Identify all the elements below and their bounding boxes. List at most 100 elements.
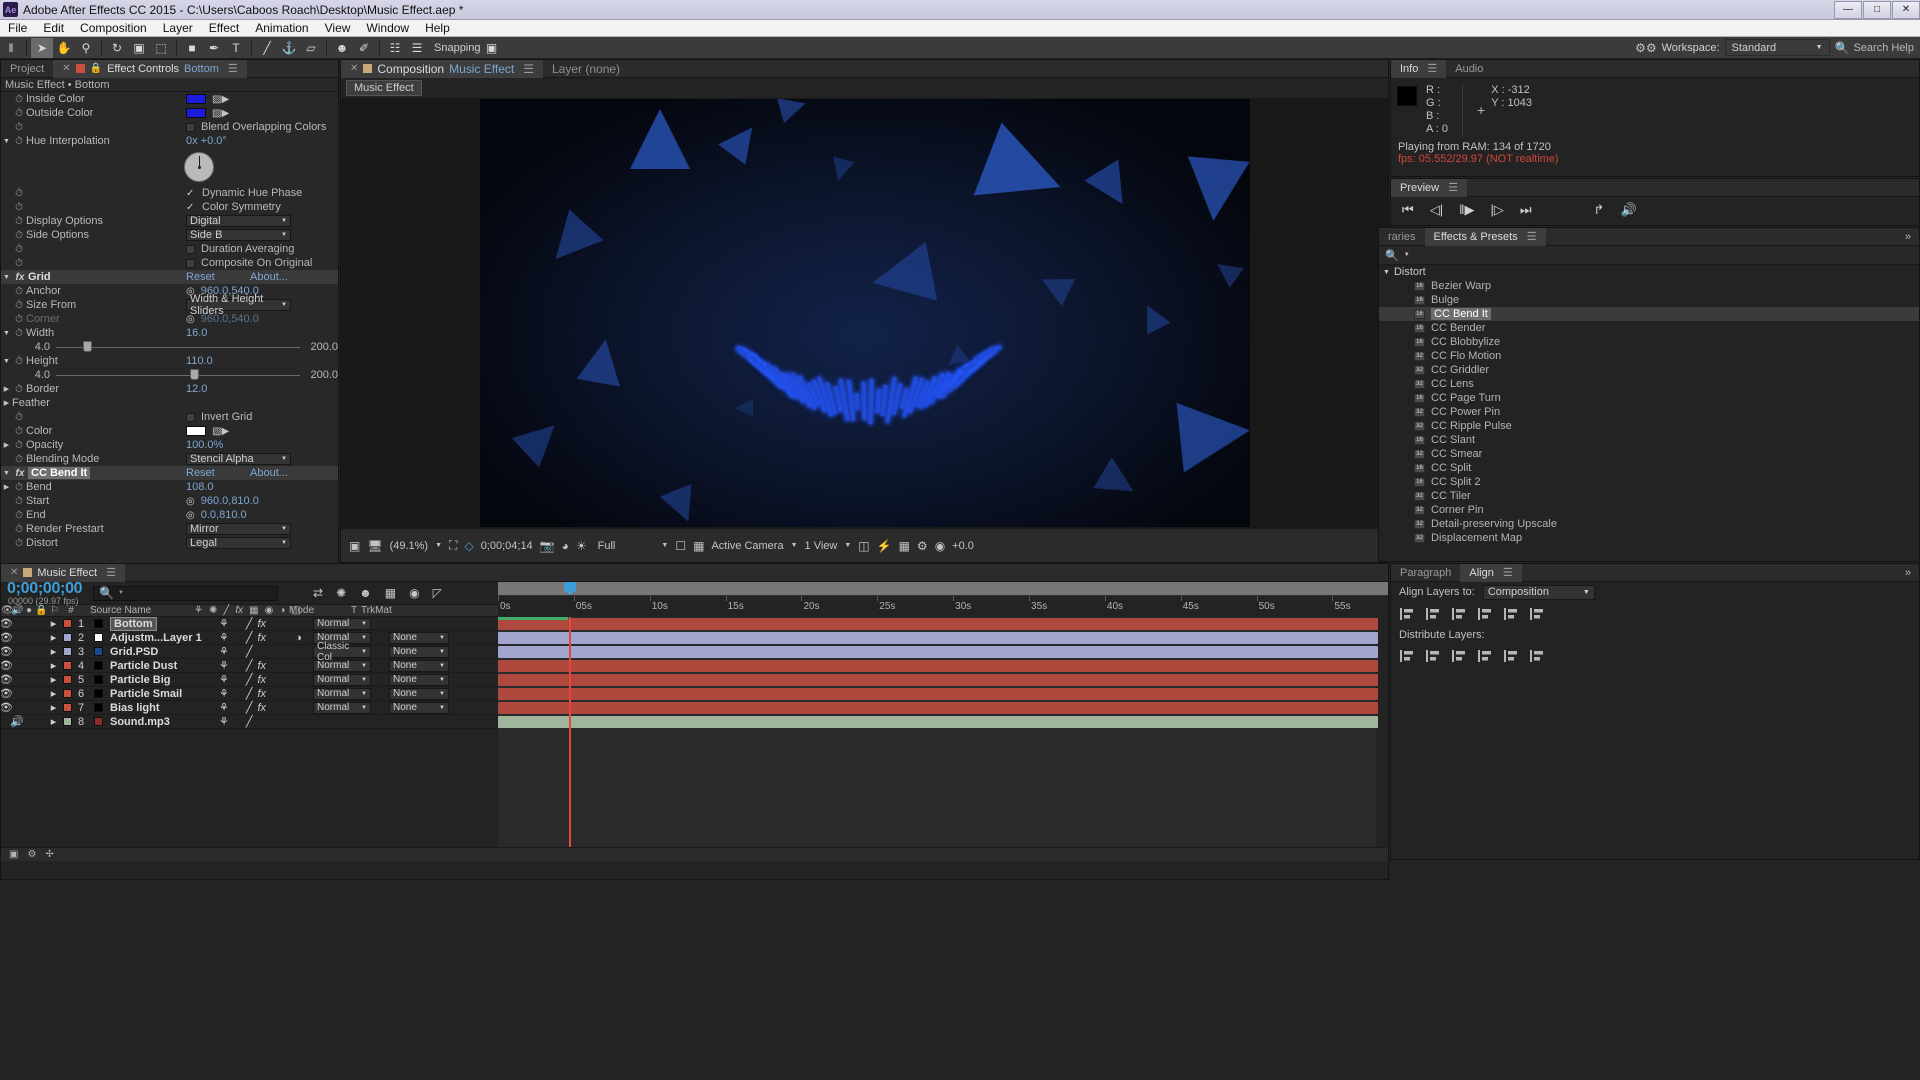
preserve-transparency-toggle[interactable]: [375, 701, 389, 715]
lock-toggle[interactable]: [35, 645, 47, 659]
tab-align[interactable]: Align ☰: [1460, 564, 1521, 582]
tab-composition[interactable]: ✕ Composition Music Effect ☰: [341, 60, 543, 78]
effect-controls-list[interactable]: ▶⏱Inside Color▨▶▶⏱Outside Color▨▶▶⏱Blend…: [1, 92, 338, 564]
effect-list-item[interactable]: 16CC Bender: [1379, 321, 1919, 335]
panel-menu-icon[interactable]: ☰: [1527, 230, 1537, 243]
label-color-swatch[interactable]: [63, 619, 72, 628]
property-value[interactable]: 960.0,810.0: [201, 495, 259, 507]
menu-composition[interactable]: Composition: [72, 20, 155, 37]
stopwatch-icon[interactable]: ⏱: [12, 510, 26, 521]
property-row-anchor[interactable]: ▶⏱Anchor◎960.0,540.0: [1, 284, 338, 298]
checkbox-checked-icon[interactable]: ✓: [186, 188, 196, 199]
mute-audio-button[interactable]: 🔊: [1620, 202, 1636, 218]
layer-duration-bar[interactable]: [498, 646, 1378, 658]
solo-toggle[interactable]: [23, 631, 35, 645]
distribute-left-icon[interactable]: [1477, 649, 1493, 663]
tab-libraries[interactable]: raries: [1379, 228, 1425, 246]
anchor-point-icon[interactable]: ◎: [186, 314, 195, 325]
pen-tool-icon[interactable]: ✒: [203, 38, 225, 58]
align-target-select[interactable]: Composition ▼: [1483, 585, 1595, 600]
property-row-inside-color[interactable]: ▶⏱Inside Color▨▶: [1, 92, 338, 106]
chevron-down-icon[interactable]: ▼: [791, 542, 798, 549]
stopwatch-icon[interactable]: ⏱: [12, 482, 26, 493]
layer-source-name[interactable]: Grid.PSD: [110, 646, 158, 658]
pan-behind-tool-icon[interactable]: ⬚: [150, 38, 172, 58]
region-of-interest-icon[interactable]: ⛶: [449, 538, 457, 553]
layer-source-name[interactable]: Adjustm...Layer 1: [110, 632, 202, 644]
video-toggle[interactable]: 👁: [1, 701, 11, 715]
property-row-height[interactable]: ▼⏱Height110.0: [1, 354, 338, 368]
slider-track[interactable]: [56, 368, 300, 382]
reset-link[interactable]: Reset: [186, 271, 244, 283]
checkbox[interactable]: [186, 259, 195, 268]
effects-switch[interactable]: fx: [258, 618, 267, 630]
property-value[interactable]: 110.0: [186, 355, 213, 367]
resolution-value[interactable]: Full: [598, 540, 616, 552]
three-d-switch[interactable]: ⚘: [219, 617, 229, 630]
previous-frame-button[interactable]: ◁|: [1430, 202, 1443, 218]
timeline-body[interactable]: 👁▸1Bottom⚘╱fxNormal▼👁▸2Adjustm...Layer 1…: [1, 617, 1388, 847]
property-value[interactable]: 960.0,540.0: [201, 313, 259, 325]
effects-switch[interactable]: fx: [258, 702, 267, 714]
effect-list-item[interactable]: 16CC Blobbylize: [1379, 335, 1919, 349]
blend-mode-select[interactable]: Normal▼: [313, 674, 371, 686]
eyedropper-icon[interactable]: ▨▶: [212, 426, 229, 437]
effect-list-item[interactable]: 32CC Ripple Pulse: [1379, 419, 1919, 433]
graph-editor-icon[interactable]: ◸: [433, 586, 442, 600]
distribute-bottom-icon[interactable]: [1451, 649, 1467, 663]
disclosure-triangle-icon[interactable]: ▶: [1, 483, 12, 491]
lock-toggle[interactable]: [35, 659, 47, 673]
label-color-swatch[interactable]: [63, 633, 72, 642]
preserve-transparency-toggle[interactable]: [375, 715, 389, 729]
align-bottom-icon[interactable]: [1529, 607, 1545, 621]
eyedropper-icon[interactable]: ▨▶: [212, 94, 229, 105]
exposure-value[interactable]: +0.0: [952, 540, 974, 552]
disclosure-triangle-icon[interactable]: ▸: [47, 687, 60, 701]
timeline-track-area[interactable]: [498, 617, 1376, 847]
disclosure-triangle-icon[interactable]: ▸: [47, 617, 60, 631]
effects-switch[interactable]: fx: [258, 632, 267, 644]
blend-mode-select[interactable]: Normal▼: [313, 702, 371, 714]
toggle-mask-icon[interactable]: ◇: [464, 539, 473, 553]
exposure-icon[interactable]: ◉: [935, 539, 945, 553]
property-row[interactable]: ▶⏱Duration Averaging: [1, 242, 338, 256]
slider-knob[interactable]: [190, 369, 199, 380]
layer-source-name[interactable]: Sound.mp3: [110, 716, 170, 728]
three-d-switch[interactable]: ⚘: [219, 645, 229, 658]
comp-flowchart-icon[interactable]: ⚙: [917, 539, 928, 553]
roto-brush-tool-icon[interactable]: ☻: [331, 38, 353, 58]
fast-preview-icon[interactable]: ⚡: [877, 539, 892, 553]
video-toggle[interactable]: 👁: [1, 687, 11, 701]
layer-duration-bar[interactable]: [498, 632, 1378, 644]
video-toggle[interactable]: 👁: [1, 673, 11, 687]
minimize-button[interactable]: —: [1834, 1, 1862, 19]
timeline-icon[interactable]: ▦: [899, 539, 910, 553]
tab-paragraph[interactable]: Paragraph: [1391, 564, 1460, 582]
dropdown-select[interactable]: Side B▼: [186, 229, 291, 241]
hand-tool-icon[interactable]: ✋: [53, 38, 75, 58]
effect-list-item[interactable]: 16Bulge: [1379, 293, 1919, 307]
disclosure-triangle-icon[interactable]: ▸: [47, 715, 60, 729]
three-d-switch[interactable]: ⚘: [219, 687, 229, 700]
blend-mode-select[interactable]: Normal▼: [313, 688, 371, 700]
quality-switch[interactable]: ╱: [246, 673, 253, 686]
three-d-switch[interactable]: ⚘: [219, 673, 229, 686]
composition-stage[interactable]: [341, 98, 1388, 528]
layer-source-name[interactable]: Bottom: [110, 617, 157, 631]
panel-menu-icon[interactable]: ☰: [1427, 62, 1437, 75]
solo-toggle[interactable]: [23, 701, 35, 715]
disclosure-triangle-icon[interactable]: ▸: [47, 659, 60, 673]
preserve-transparency-toggle[interactable]: [375, 631, 389, 645]
effect-list-item[interactable]: 16CC Page Turn: [1379, 391, 1919, 405]
color-swatch[interactable]: [186, 94, 206, 104]
track-matte-select[interactable]: None▼: [389, 632, 449, 644]
effects-switch[interactable]: fx: [258, 688, 267, 700]
solo-toggle[interactable]: [23, 687, 35, 701]
stopwatch-icon[interactable]: ⏱: [12, 258, 26, 269]
disclosure-triangle-icon[interactable]: ▼: [1, 358, 12, 365]
layer-duration-bar[interactable]: [498, 716, 1378, 728]
video-toggle[interactable]: 👁: [1, 645, 11, 659]
timeline-work-area[interactable]: [498, 582, 1388, 596]
tab-effect-controls[interactable]: ✕ 🔒 Effect Controls Bottom ☰: [53, 60, 247, 78]
audio-toggle[interactable]: [11, 673, 23, 687]
